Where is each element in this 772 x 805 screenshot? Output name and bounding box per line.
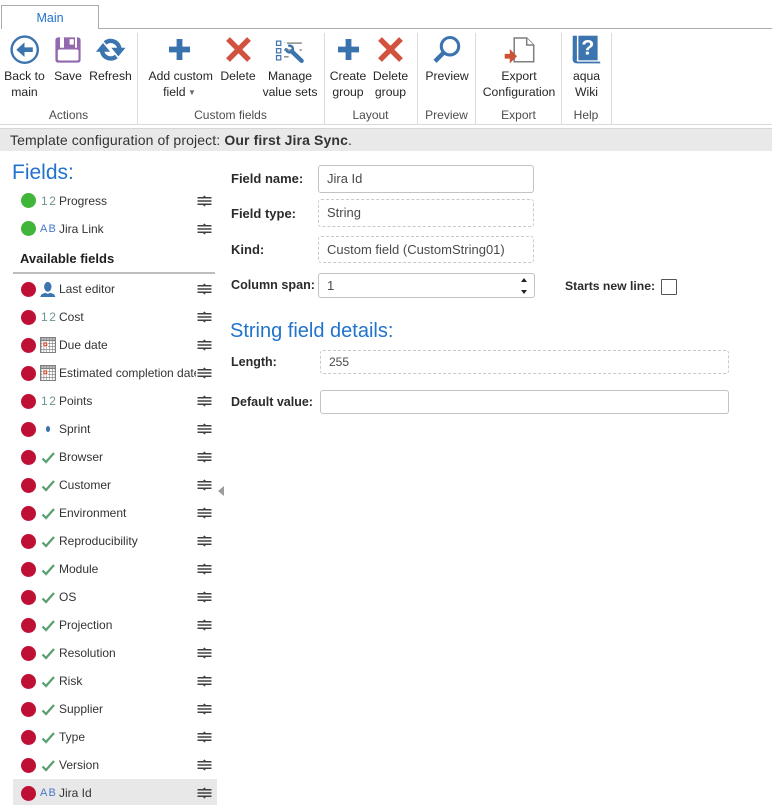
svg-text:?: ? [581, 36, 594, 60]
